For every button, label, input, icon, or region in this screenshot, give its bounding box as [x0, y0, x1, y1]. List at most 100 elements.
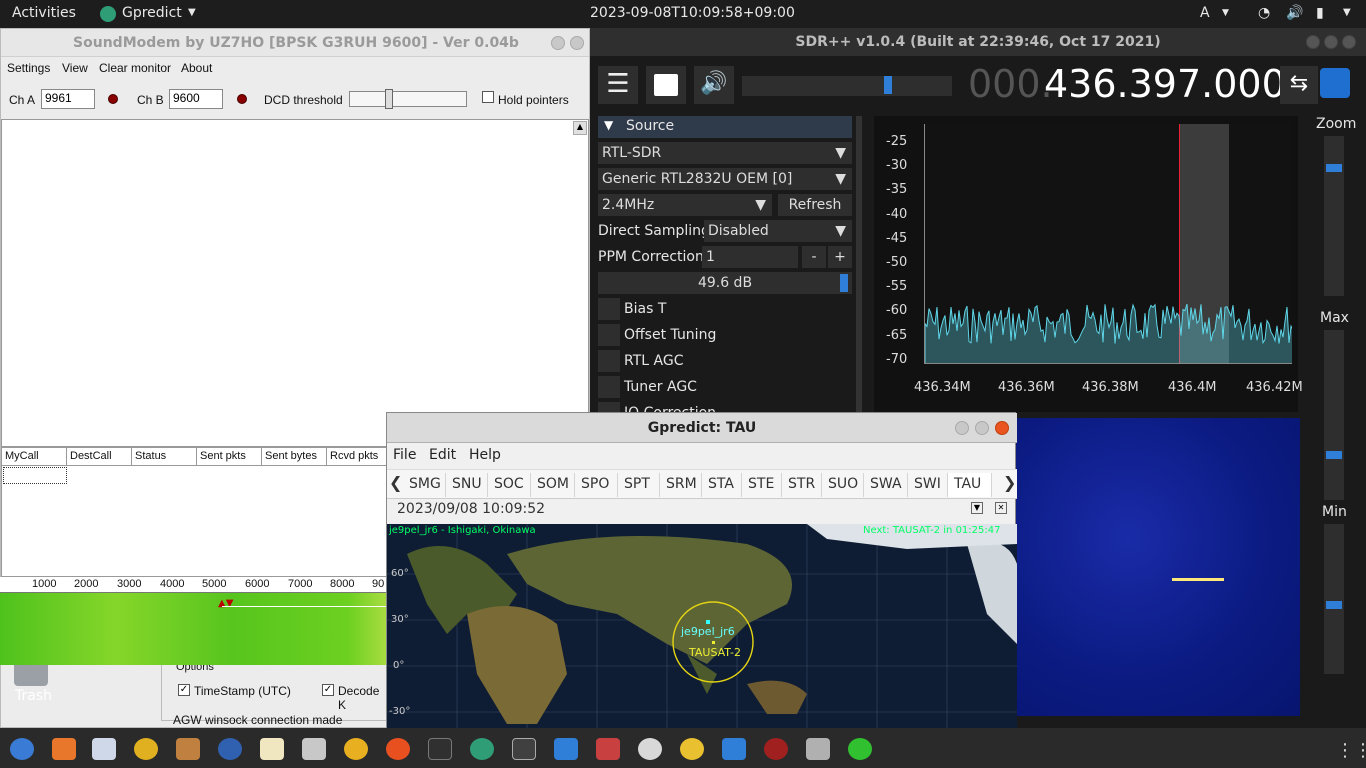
tab-sta[interactable]: STA [702, 473, 742, 497]
max-slider-handle[interactable] [1326, 451, 1342, 459]
menu-view[interactable]: View [62, 61, 88, 75]
scroll-up-icon[interactable]: ▲ [573, 121, 587, 135]
clock[interactable]: 2023-09-08T10:09:58+09:00 [590, 5, 795, 21]
column-header[interactable]: Sent pkts [197, 448, 262, 466]
window-title[interactable]: SoundModem by UZ7HO [BPSK G3RUH 9600] - … [1, 29, 589, 57]
source-header[interactable]: ▼ Source [598, 116, 852, 138]
monitor-area[interactable] [1, 119, 589, 447]
tab-str[interactable]: STR [782, 473, 822, 497]
module-close-icon[interactable]: ✕ [995, 502, 1007, 514]
tab-spt[interactable]: SPT [618, 473, 660, 497]
column-header[interactable]: Rcvd pkts [327, 448, 392, 466]
rtl-agc-checkbox[interactable] [598, 350, 620, 372]
chb-spinbox[interactable]: 9600 [169, 89, 223, 109]
tab-smg[interactable]: SMG [403, 473, 446, 497]
mail-app-icon[interactable] [218, 738, 242, 760]
maximize-button[interactable] [975, 421, 989, 435]
sdrpp-dock-icon[interactable] [554, 738, 578, 760]
min-slider[interactable] [1324, 524, 1344, 674]
swap-arrows-icon[interactable]: ⇆ [1280, 66, 1318, 104]
station-marker[interactable] [706, 620, 710, 624]
ppm-input[interactable]: 1 [702, 246, 798, 268]
refresh-button[interactable]: Refresh [778, 194, 852, 216]
max-slider[interactable] [1324, 330, 1344, 500]
firefox-icon[interactable] [386, 738, 410, 760]
tab-swa[interactable]: SWA [864, 473, 908, 497]
tab-soc[interactable]: SOC [488, 473, 531, 497]
gain-slider[interactable]: 49.6 dB [598, 272, 852, 294]
document-viewer-icon[interactable] [92, 738, 116, 760]
close-button[interactable] [570, 36, 584, 50]
panel-scrollbar[interactable] [856, 116, 862, 416]
tab-som[interactable]: SOM [531, 473, 575, 497]
tab-swi[interactable]: SWI [908, 473, 948, 497]
volume-icon[interactable]: 🔊 [1286, 5, 1303, 21]
bias-t-checkbox[interactable] [598, 298, 620, 320]
zoom-slider[interactable] [1324, 136, 1344, 296]
tools-app-icon[interactable] [596, 738, 620, 760]
connections-table[interactable]: MyCall DestCall Status Sent pkts Sent by… [1, 447, 392, 577]
volume-slider-handle[interactable] [884, 76, 892, 94]
menu-clear-monitor[interactable]: Clear monitor [99, 61, 171, 75]
maximize-button[interactable] [1324, 35, 1338, 49]
spectrum-plot[interactable] [924, 124, 1292, 364]
stop-button[interactable] [646, 66, 686, 104]
tabs-scroll-left-icon[interactable]: ❮ [389, 473, 402, 492]
chrome-icon[interactable] [344, 738, 368, 760]
dcd-slider-handle[interactable] [385, 89, 393, 109]
tab-spo[interactable]: SPO [575, 473, 618, 497]
battery-icon[interactable]: ▮ [1316, 5, 1324, 21]
wifi-icon[interactable]: ◔ [1258, 5, 1270, 21]
decode-checkbox[interactable]: ✓ [322, 684, 334, 696]
menu-file[interactable]: File [393, 447, 416, 463]
ppm-decrement-button[interactable]: - [802, 246, 826, 268]
hold-pointers-checkbox[interactable] [482, 91, 494, 103]
chevron-down-icon[interactable]: ▼ [1222, 8, 1229, 18]
volume-slider[interactable] [742, 76, 952, 96]
lips-app-icon[interactable] [848, 738, 872, 760]
table-row[interactable] [3, 467, 67, 484]
satellite-tracker-icon[interactable] [722, 738, 746, 760]
gpredict-dock-icon[interactable] [470, 738, 494, 760]
satellite-marker[interactable] [712, 641, 715, 644]
teapot-app-icon[interactable] [680, 738, 704, 760]
terminal-icon[interactable] [428, 738, 452, 760]
tabs-scroll-right-icon[interactable]: ❯ [1003, 473, 1016, 492]
system-menu-chevron-icon[interactable]: ▼ [1343, 7, 1351, 18]
system-monitor-icon[interactable] [512, 738, 536, 760]
antenna-app-icon[interactable] [176, 738, 200, 760]
minimize-button[interactable] [1306, 35, 1320, 49]
menu-help[interactable]: Help [469, 447, 501, 463]
close-button[interactable] [1342, 35, 1356, 49]
menu-about[interactable]: About [181, 61, 212, 75]
window-title[interactable]: Gpredict: TAU [387, 413, 1017, 443]
wine-icon[interactable] [764, 738, 788, 760]
samplerate-select[interactable]: 2.4MHz ▼ [598, 194, 772, 216]
tuning-marker[interactable]: ▲▼ [218, 599, 233, 614]
rf-waterfall[interactable] [1014, 418, 1300, 716]
device-app-icon[interactable] [806, 738, 830, 760]
notes-app-icon[interactable] [260, 738, 284, 760]
tab-suo[interactable]: SUO [822, 473, 864, 497]
module-options-icon[interactable]: ▼ [971, 502, 983, 514]
frequency-dim-digits[interactable]: 000. [968, 62, 1053, 106]
column-header[interactable]: Sent bytes [262, 448, 327, 466]
radio-app-icon[interactable] [302, 738, 326, 760]
ppm-increment-button[interactable]: + [828, 246, 852, 268]
show-apps-grid-icon[interactable]: ⋮⋮ [1336, 740, 1366, 761]
chevron-down-icon[interactable]: ▼ [188, 7, 196, 18]
minimize-button[interactable] [955, 421, 969, 435]
hamburger-menu-icon[interactable]: ☰ [598, 66, 638, 104]
dcd-slider[interactable] [349, 91, 467, 107]
window-title[interactable]: SDR++ v1.0.4 (Built at 22:39:46, Oct 17 … [590, 28, 1366, 56]
world-map[interactable]: je9pel_jr6 - Ishigaki, Okinawa Next: TAU… [387, 524, 1017, 730]
input-method-indicator[interactable]: A [1200, 5, 1210, 21]
frequency-display[interactable]: 436.397.000 [1044, 62, 1286, 106]
column-header[interactable]: MyCall [2, 448, 67, 466]
close-button[interactable] [995, 421, 1009, 435]
tab-tau[interactable]: TAU [948, 473, 992, 497]
tab-snu[interactable]: SNU [446, 473, 488, 497]
tab-ste[interactable]: STE [742, 473, 782, 497]
column-header[interactable]: Status [132, 448, 197, 466]
trash-label[interactable]: Trash [15, 688, 52, 704]
